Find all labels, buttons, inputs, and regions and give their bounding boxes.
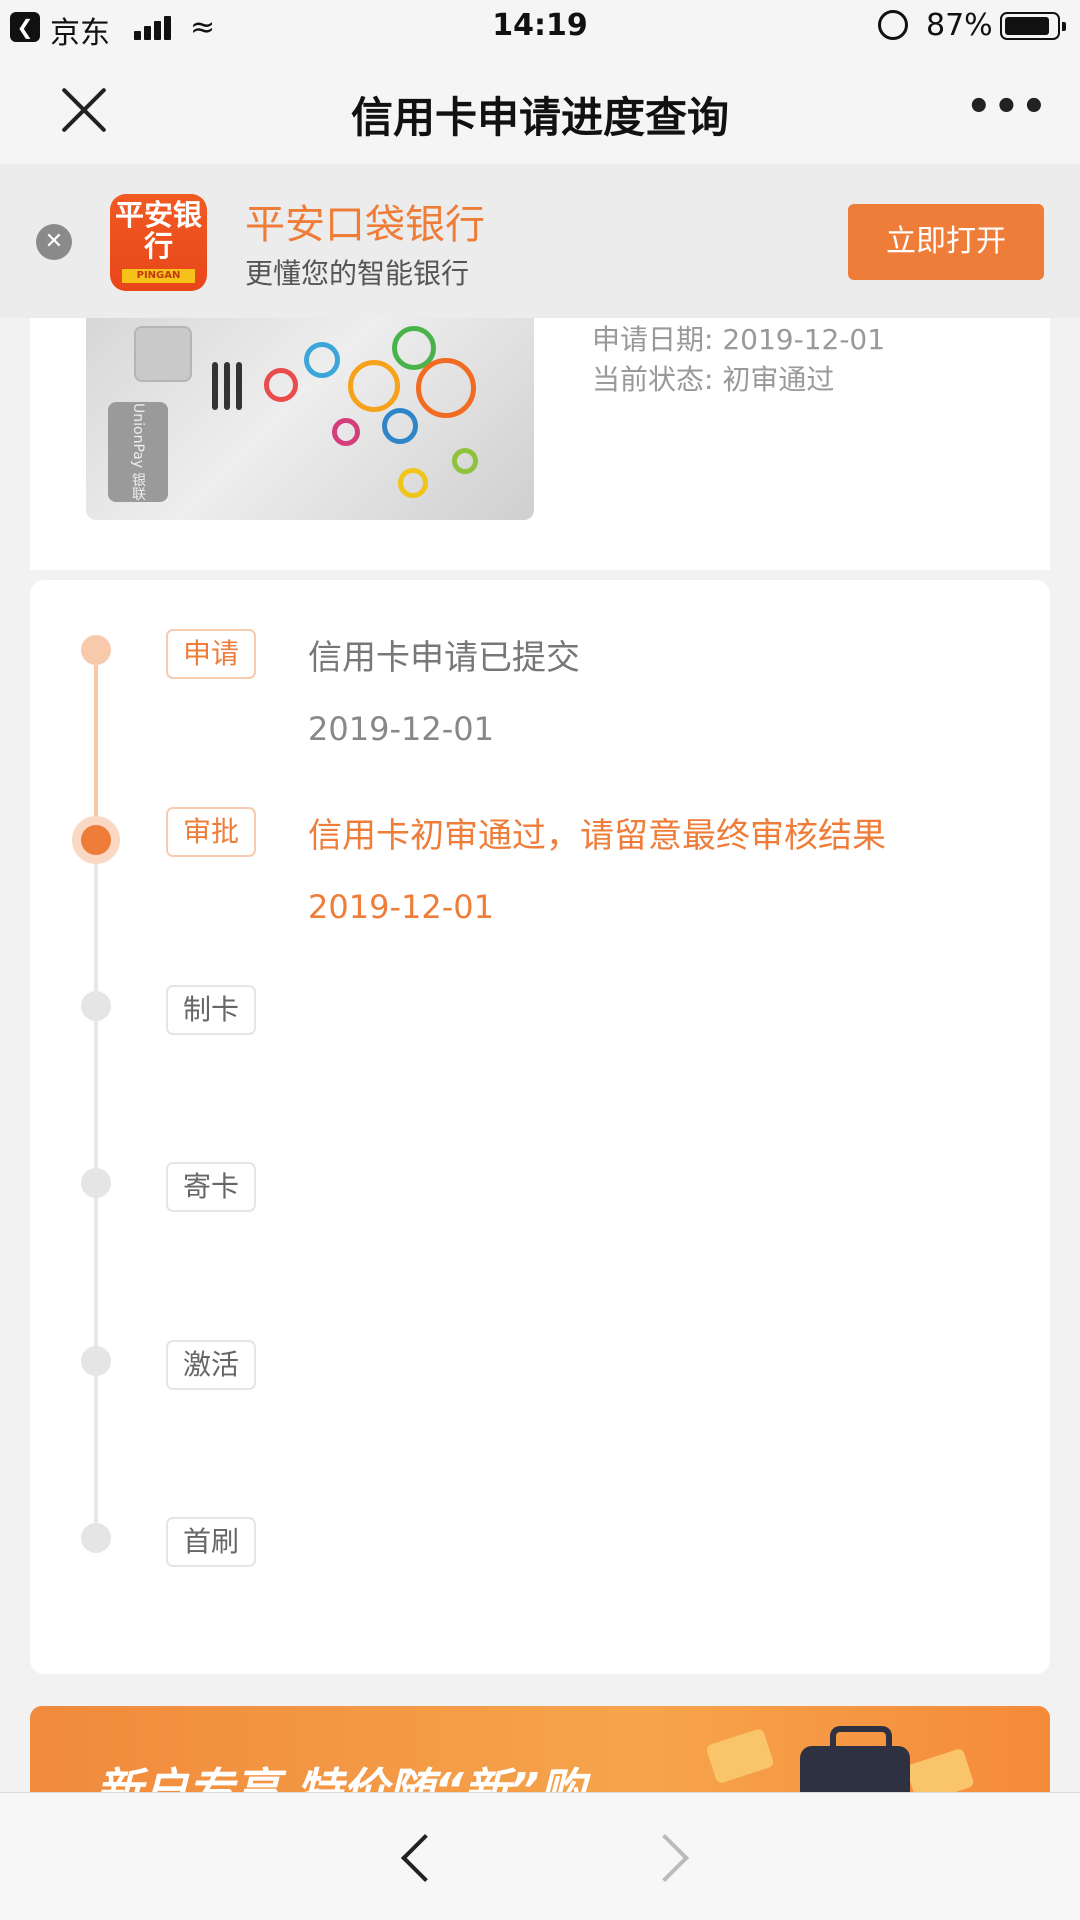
card-chip-icon: [134, 326, 192, 382]
step-tag-activation: 激活: [166, 1340, 256, 1390]
logo-text: 平安银行: [114, 198, 202, 263]
nav-bar: 信用卡申请进度查询 •••: [0, 54, 1080, 164]
timeline-dot-pending: [81, 1523, 111, 1553]
timeline-dot-done: [81, 635, 111, 665]
current-status: 当前状态: 初审通过: [592, 363, 835, 396]
page-title: 信用卡申请进度查询: [350, 93, 729, 142]
back-arrow-icon[interactable]: [396, 1827, 436, 1887]
status-time: 14:19: [492, 8, 588, 43]
card-gear-decoration: [382, 408, 418, 444]
step-tag-approval: 审批: [166, 807, 256, 857]
battery-percentage: 87%: [926, 8, 993, 43]
timeline-dot-current: [72, 816, 120, 864]
app-name: 平安口袋银行: [245, 202, 485, 248]
application-date: 申请日期: 2019-12-01: [592, 323, 886, 356]
card-gear-decoration: [416, 358, 476, 418]
step-date-approval: 2019-12-01: [308, 888, 494, 926]
card-gear-decoration: [304, 342, 340, 378]
step-tag-card-mailing: 寄卡: [166, 1162, 256, 1212]
card-info-panel: UnionPay 银联 申请日期: 2019-12-01 当前状态: 初审通过: [30, 318, 1050, 570]
step-desc-apply: 信用卡申请已提交: [308, 638, 580, 678]
timeline-line-completed: [94, 650, 98, 840]
more-icon[interactable]: •••: [966, 87, 1047, 128]
status-bar: ❮ 京东 ≈ 14:19 87%: [0, 0, 1080, 54]
timeline-dot-pending: [81, 1168, 111, 1198]
step-tag-card-making: 制卡: [166, 985, 256, 1035]
rotation-lock-icon: [878, 10, 908, 40]
card-bars-decoration: [212, 362, 252, 410]
step-desc-approval: 信用卡初审通过，请留意最终审核结果: [308, 816, 886, 856]
card-gear-decoration: [452, 448, 478, 474]
banner-close-icon[interactable]: ✕: [36, 224, 72, 260]
timeline-dot-pending: [81, 1346, 111, 1376]
logo-sub: PINGAN: [122, 269, 195, 283]
browser-toolbar: [0, 1792, 1080, 1920]
step-tag-apply: 申请: [166, 629, 256, 679]
card-gear-decoration: [348, 360, 400, 412]
battery-icon: [1000, 12, 1066, 40]
card-gear-decoration: [264, 368, 298, 402]
open-app-button[interactable]: 立即打开: [848, 204, 1044, 280]
card-gear-decoration: [332, 418, 360, 446]
app-tagline: 更懂您的智能银行: [245, 257, 470, 290]
step-tag-first-swipe: 首刷: [166, 1517, 256, 1567]
forward-arrow-icon[interactable]: [650, 1827, 690, 1887]
timeline-dot-pending: [81, 991, 111, 1021]
unionpay-logo: UnionPay 银联: [108, 402, 168, 502]
step-date-apply: 2019-12-01: [308, 710, 494, 748]
coupon-icon: [705, 1727, 775, 1785]
pingan-logo: 平安银行 PINGAN: [110, 194, 207, 291]
progress-timeline-card: [30, 580, 1050, 1674]
app-download-banner: ✕ 平安银行 PINGAN 平安口袋银行 更懂您的智能银行 立即打开: [0, 164, 1080, 318]
card-gear-decoration: [398, 468, 428, 498]
credit-card-image: UnionPay 银联: [86, 318, 534, 520]
